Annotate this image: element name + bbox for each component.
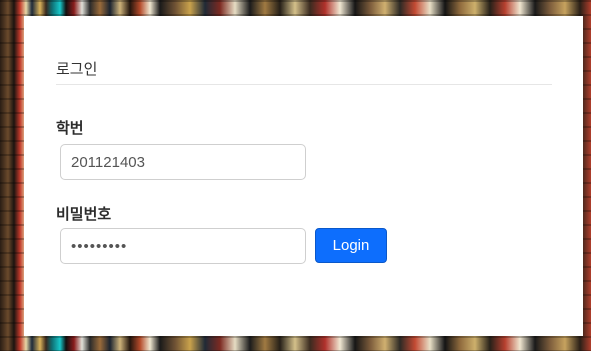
password-label: 비밀번호 bbox=[56, 205, 112, 223]
login-card: 로그인 학번 비밀번호 Login bbox=[24, 16, 583, 336]
title-divider bbox=[56, 84, 552, 85]
student-id-label: 학번 bbox=[56, 119, 84, 137]
login-button[interactable]: Login bbox=[315, 228, 387, 263]
password-input[interactable] bbox=[60, 228, 306, 264]
student-id-input[interactable] bbox=[60, 144, 306, 180]
card-title: 로그인 bbox=[56, 60, 98, 78]
